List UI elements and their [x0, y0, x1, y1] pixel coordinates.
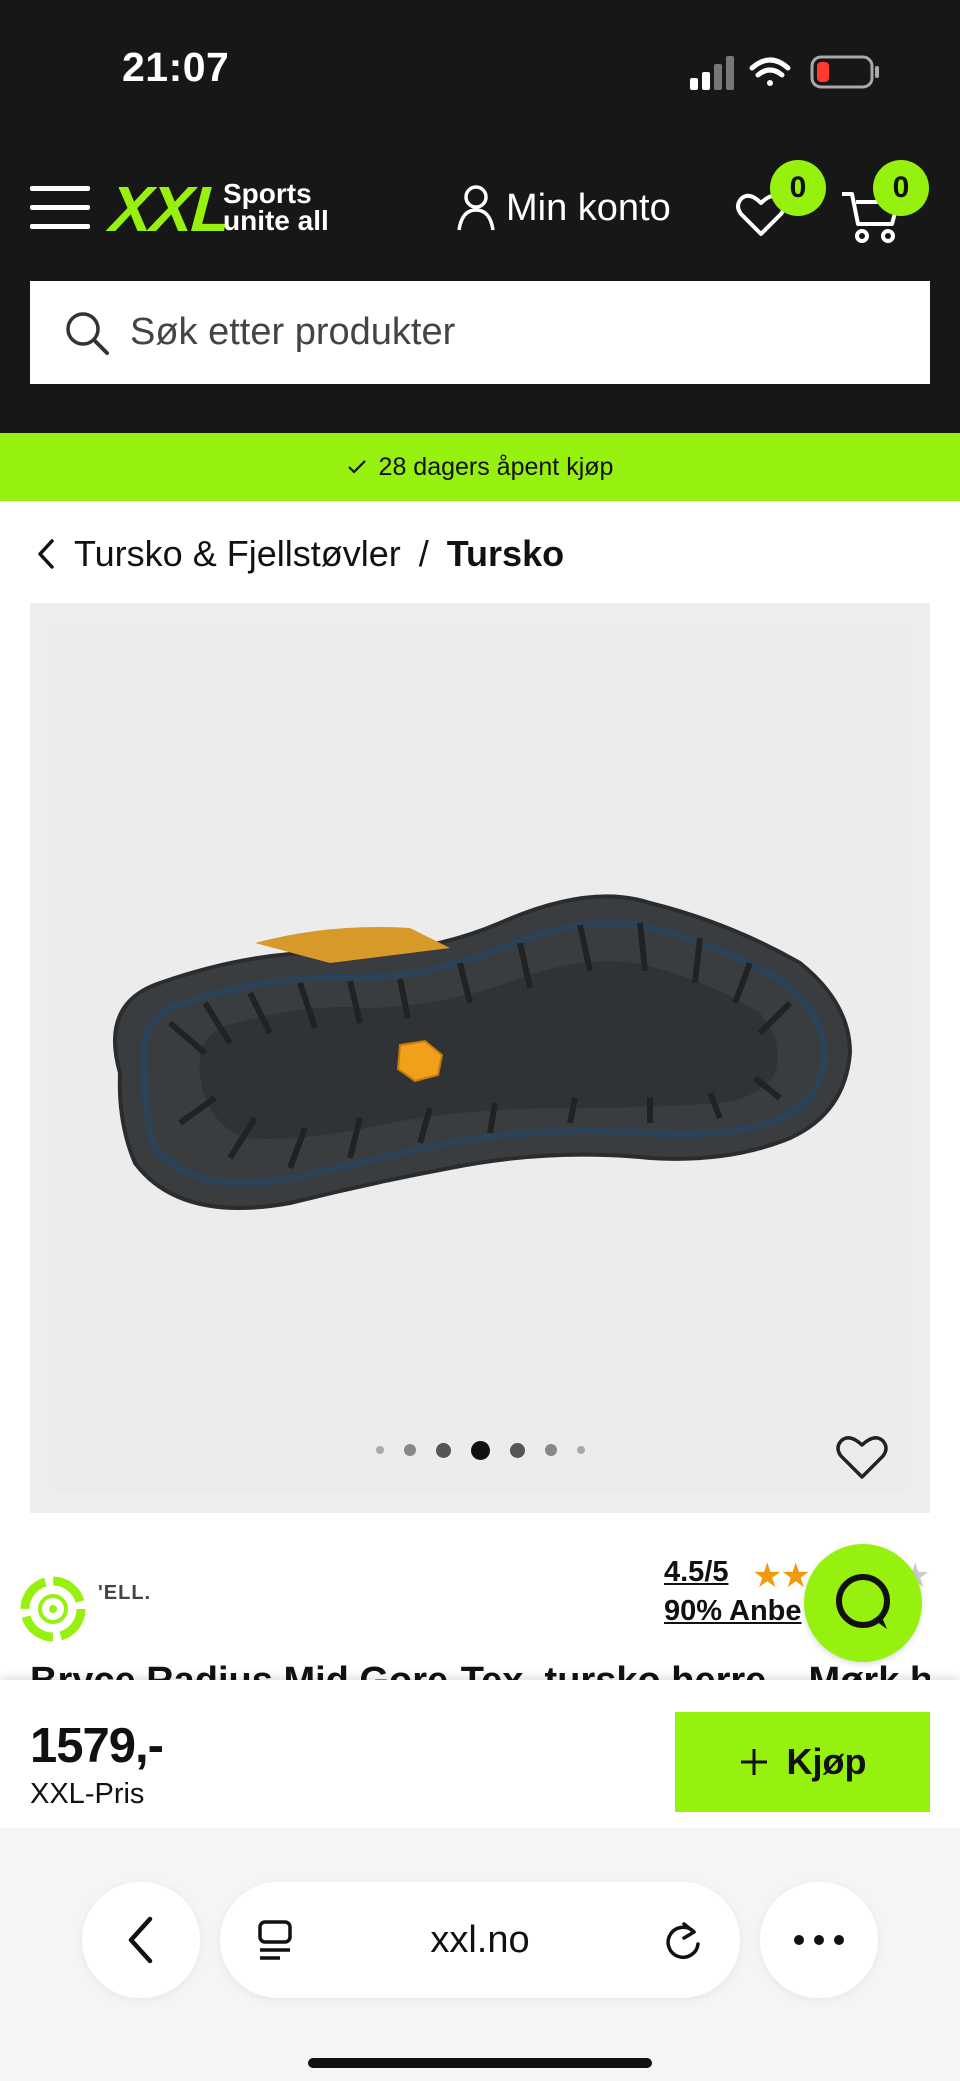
browser-more-button[interactable]: [760, 1882, 878, 1998]
menu-icon: [30, 186, 90, 191]
star-icon: ★: [752, 1557, 783, 1595]
product-title: Bryce Radius Mid Gore-Tex, tursko herre …: [30, 1660, 930, 1682]
buy-button-label: Kjøp: [786, 1741, 867, 1782]
gallery-dot[interactable]: [576, 1446, 585, 1454]
gallery-pagination: [0, 1438, 960, 1462]
reload-icon[interactable]: [662, 1918, 704, 1962]
gallery-dot[interactable]: [509, 1442, 525, 1458]
battery-icon: [810, 55, 879, 89]
rating-score[interactable]: 4.5/5: [664, 1556, 729, 1588]
gallery-dot[interactable]: [544, 1444, 557, 1456]
chevron-left-icon[interactable]: [36, 538, 58, 570]
gallery-dot[interactable]: [403, 1444, 416, 1456]
buy-button[interactable]: Kjøp: [675, 1712, 930, 1812]
more-icon: [794, 1935, 844, 1945]
sustainability-icon: [20, 1576, 86, 1642]
breadcrumb-separator: /: [418, 533, 429, 574]
rating-stars: ★★: [752, 1556, 811, 1596]
brand-name[interactable]: 'ELL.: [98, 1582, 151, 1605]
tagline-line: unite all: [223, 205, 329, 236]
menu-icon-line: [30, 224, 90, 229]
chat-button[interactable]: [804, 1544, 922, 1662]
gallery-dot[interactable]: [375, 1446, 384, 1454]
cart-badge: 0: [873, 160, 929, 216]
breadcrumb-parent[interactable]: Tursko & Fjellstøvler: [74, 533, 401, 575]
search-icon: [66, 311, 109, 355]
wishlist-badge: 0: [770, 160, 826, 216]
search-input[interactable]: [130, 311, 910, 354]
recommend-rate[interactable]: 90% Anbe: [664, 1595, 802, 1627]
home-indicator: [308, 2058, 652, 2068]
product-image[interactable]: [30, 603, 930, 1513]
promo-text: 28 dagers åpent kjøp: [378, 452, 614, 481]
browser-address-bar[interactable]: xxl.no: [220, 1882, 740, 1998]
favorite-heart-icon[interactable]: [834, 1430, 890, 1482]
chat-icon: [836, 1574, 890, 1629]
menu-icon-line: [30, 205, 90, 210]
user-icon: [457, 185, 495, 231]
logo[interactable]: XXL: [107, 172, 231, 246]
price: 1579,-: [30, 1719, 164, 1773]
reader-icon: [258, 1920, 292, 1960]
signal-icon: [690, 56, 734, 90]
shoe-sole-image: [50, 623, 910, 1493]
browser-url: xxl.no: [430, 1918, 530, 1961]
breadcrumb-current[interactable]: Tursko: [447, 533, 564, 575]
tagline-line: Sports: [223, 178, 312, 209]
plus-icon: [740, 1749, 767, 1775]
gallery-dot-active[interactable]: [470, 1440, 490, 1460]
chevron-left-icon: [128, 1916, 153, 1964]
logo-tagline: Sports unite all: [223, 178, 329, 236]
browser-back-button[interactable]: [82, 1882, 200, 1998]
account-label: Min konto: [506, 186, 671, 229]
check-icon: [347, 460, 366, 474]
wifi-icon: [749, 57, 791, 86]
status-icons: [690, 55, 879, 90]
gallery-dot[interactable]: [435, 1442, 451, 1458]
status-time: 21:07: [122, 44, 230, 90]
menu-button[interactable]: [30, 186, 90, 230]
price-label: XXL-Pris: [30, 1778, 145, 1810]
search-bar[interactable]: [30, 281, 930, 384]
breadcrumb: Tursko & Fjellstøvler / Tursko: [36, 530, 564, 578]
account-link[interactable]: Min konto: [456, 183, 671, 233]
promo-banner: 28 dagers åpent kjøp: [0, 433, 960, 501]
